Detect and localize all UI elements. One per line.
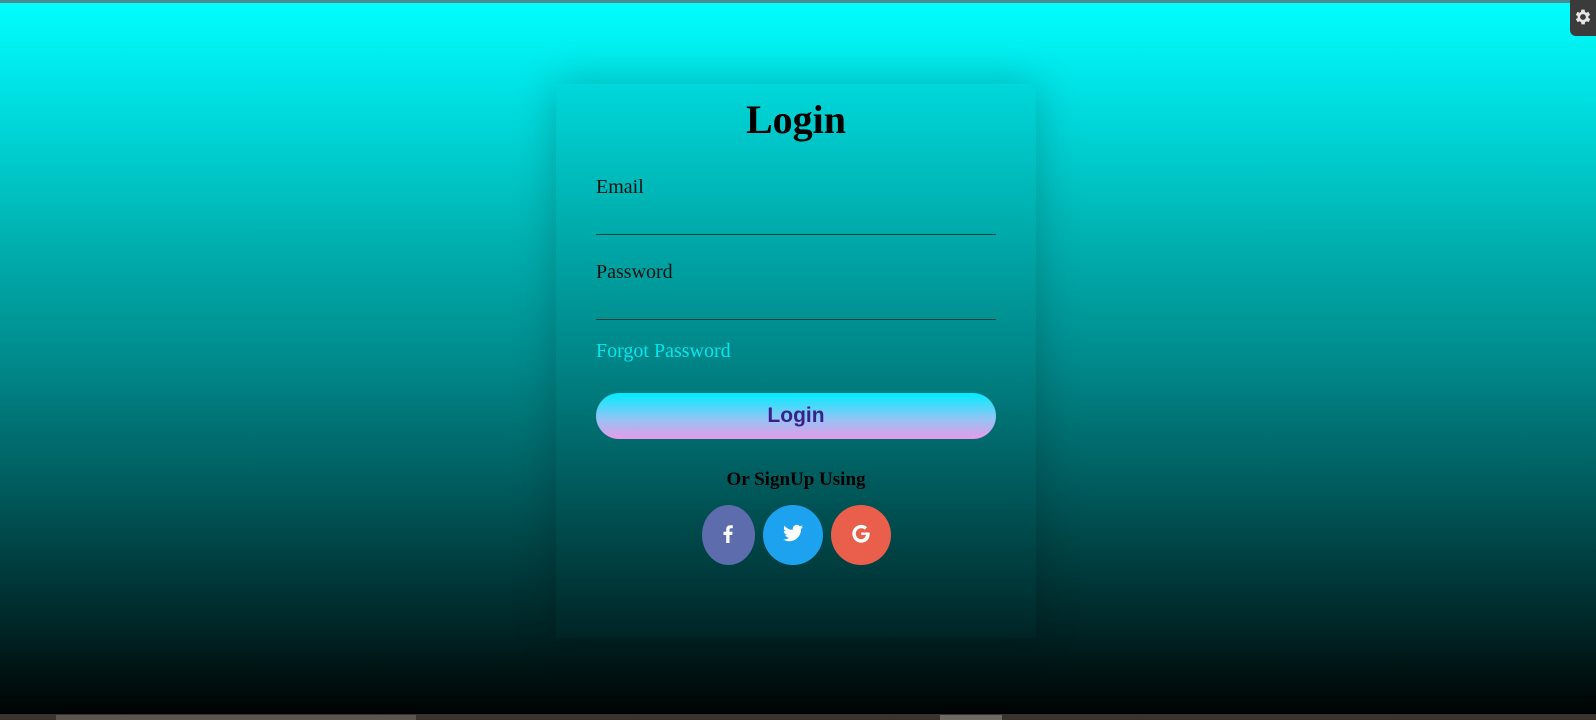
password-label: Password <box>596 261 673 283</box>
email-label: Email <box>596 176 644 198</box>
twitter-icon <box>781 521 805 550</box>
social-buttons <box>596 505 996 565</box>
forgot-password-link[interactable]: Forgot Password <box>596 340 731 363</box>
settings-tab[interactable] <box>1570 0 1596 36</box>
browser-top-border <box>0 0 1596 3</box>
facebook-icon <box>716 521 740 550</box>
login-button[interactable]: Login <box>596 393 996 439</box>
taskbar-strip <box>0 714 1596 720</box>
facebook-button[interactable] <box>701 505 755 565</box>
login-title: Login <box>745 97 847 142</box>
signup-text: Or SignUp Using <box>726 469 866 490</box>
password-input[interactable] <box>596 290 996 320</box>
email-input[interactable] <box>596 205 996 235</box>
google-button[interactable] <box>830 505 891 565</box>
taskbar-item[interactable] <box>940 715 1002 720</box>
gear-icon[interactable] <box>1573 7 1593 32</box>
taskbar-item[interactable] <box>56 715 416 720</box>
google-icon <box>849 521 873 550</box>
twitter-button[interactable] <box>762 505 823 565</box>
login-card: Login Email Password Forgot Password Log… <box>556 84 1036 638</box>
